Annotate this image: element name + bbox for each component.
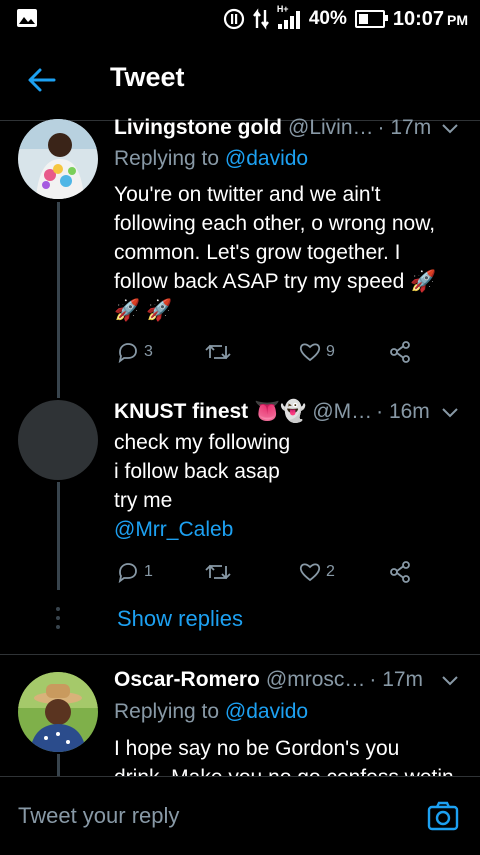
author-name[interactable]: Livingstone gold [114, 116, 282, 140]
reply-icon [118, 563, 137, 584]
avatar[interactable] [18, 119, 98, 199]
page-title: Tweet [110, 62, 185, 92]
mention-link[interactable]: @Mrr_Caleb [114, 518, 233, 541]
chevron-down-icon[interactable] [440, 118, 460, 138]
avatar[interactable] [18, 400, 98, 480]
reply-count: 3 [144, 343, 153, 360]
clock: 10:07 PM [392, 7, 468, 30]
tweet-time: · 17m [377, 116, 432, 139]
back-arrow-icon[interactable] [24, 62, 60, 98]
data-saver-icon [223, 8, 244, 30]
tweet-actions: 1 2 [116, 560, 436, 588]
share-icon [390, 561, 410, 583]
retweet-button[interactable] [204, 560, 232, 584]
tweet-header: Livingstone gold @Livin… · 17m [114, 116, 460, 140]
tweet-actions: 3 9 [116, 340, 436, 368]
thread-line [57, 754, 60, 776]
reply-button[interactable]: 1 [116, 560, 153, 584]
camera-icon[interactable] [426, 799, 460, 833]
thread-separator [0, 654, 480, 655]
like-count: 9 [326, 343, 335, 360]
author-name[interactable]: KNUST finest 👅👻 [114, 400, 306, 424]
avatar[interactable] [18, 672, 98, 752]
share-icon [390, 341, 410, 363]
battery-icon [354, 10, 388, 28]
battery-level [358, 14, 368, 24]
tweet-time: · 17m [369, 668, 424, 691]
reply-button[interactable]: 3 [116, 340, 153, 364]
data-transfer-icon [252, 8, 269, 30]
share-button[interactable] [388, 560, 412, 584]
heart-icon [299, 563, 321, 582]
reply-icon [118, 343, 137, 364]
thread-dots [56, 607, 60, 629]
reply-input[interactable]: Tweet your reply [18, 803, 179, 829]
thread-line [57, 482, 60, 590]
status-bar: H+ 40% 10:07 PM [0, 0, 480, 38]
thread-line [57, 202, 60, 398]
retweet-icon [205, 344, 231, 360]
chevron-down-icon[interactable] [440, 670, 460, 690]
app-header: Tweet [0, 38, 480, 120]
chevron-down-icon[interactable] [440, 402, 460, 422]
mention-link[interactable]: @davido [225, 700, 308, 723]
tweet-time: · 16m [376, 400, 430, 423]
author-name[interactable]: Oscar-Romero [114, 668, 260, 692]
gallery-notification-icon [17, 9, 37, 27]
author-handle[interactable]: @Livin… [288, 116, 374, 140]
author-handle[interactable]: @M… [312, 400, 372, 424]
replying-to: Replying to @davido [114, 700, 309, 723]
retweet-button[interactable] [204, 340, 232, 364]
retweet-icon [205, 564, 231, 580]
heart-icon [299, 343, 321, 362]
signal-icon: H+ [277, 4, 301, 30]
reply-bar: Tweet your reply [0, 776, 480, 855]
show-replies-link[interactable]: Show replies [117, 606, 243, 632]
like-count: 2 [326, 563, 335, 580]
share-button[interactable] [388, 340, 412, 364]
mention-link[interactable]: @davido [225, 147, 308, 170]
battery-percent: 40% [308, 8, 347, 29]
tweet-header: KNUST finest 👅👻 @M… · 16m [114, 400, 460, 424]
tweet-text: You're on twitter and we ain't following… [114, 183, 437, 322]
replying-to: Replying to @davido [114, 147, 309, 170]
reply-count: 1 [144, 563, 153, 580]
like-button[interactable]: 2 [298, 560, 335, 584]
tweet-header: Oscar-Romero @mrosc… · 17m [114, 668, 460, 692]
like-button[interactable]: 9 [298, 340, 335, 364]
author-handle[interactable]: @mrosc… [266, 668, 365, 692]
tweet-text: check my following i follow back asap tr… [114, 431, 291, 541]
